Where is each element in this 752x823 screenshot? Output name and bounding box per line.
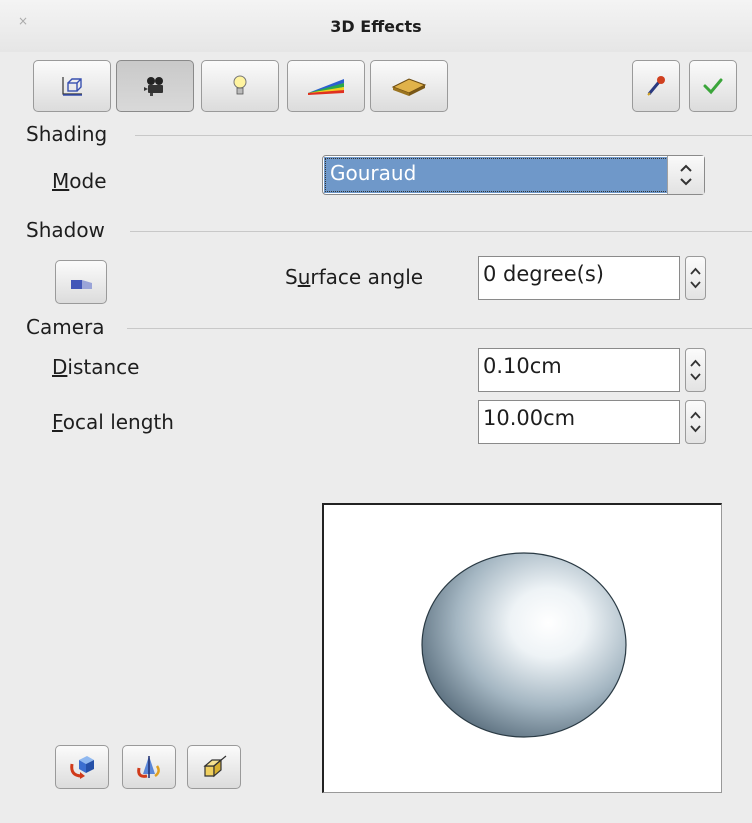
shading-mode-select[interactable]: Gouraud: [322, 155, 705, 195]
convert-to-3d-icon: [70, 756, 94, 779]
illumination-bulb-icon: [233, 75, 247, 95]
distance-spinbox[interactable]: 0.10cm: [478, 348, 708, 394]
perspective-toggle-button[interactable]: [187, 745, 241, 789]
surface-angle-label: Surface angle: [285, 265, 424, 289]
camera-section-header: Camera: [26, 315, 105, 339]
spin-arrows-icon[interactable]: [685, 348, 706, 392]
window-title: 3D Effects: [330, 17, 422, 36]
surface-angle-spinbox[interactable]: 0 degree(s): [478, 256, 708, 302]
chevron-up-down-icon[interactable]: [667, 156, 704, 194]
mode-label: Mode: [52, 169, 107, 193]
material-icon: [391, 78, 427, 96]
distance-label: Distance: [52, 355, 140, 379]
focal-length-spinbox[interactable]: 10.00cm: [478, 400, 708, 446]
shading-section-header: Shading: [26, 122, 108, 146]
focal-length-input[interactable]: 10.00cm: [478, 400, 680, 444]
spin-arrows-icon[interactable]: [685, 400, 706, 444]
shading-mode-value: Gouraud: [324, 157, 669, 193]
distance-input[interactable]: 0.10cm: [478, 348, 680, 392]
material-button[interactable]: [370, 60, 448, 112]
surface-angle-input[interactable]: 0 degree(s): [478, 256, 680, 300]
spin-arrows-icon[interactable]: [685, 256, 706, 300]
shading-button[interactable]: [116, 60, 194, 112]
textures-icon: [308, 79, 344, 95]
shadow-section-header: Shadow: [26, 218, 105, 242]
shadow-3d-toggle-button[interactable]: [55, 260, 107, 304]
perspective-on-off-icon: [203, 755, 227, 778]
sphere-preview-image: [421, 552, 627, 738]
focal-length-label: Focal length: [52, 410, 174, 434]
checkmark-icon: [703, 78, 723, 95]
convert-to-rotation-object-icon: [137, 756, 160, 778]
geometry-icon: [62, 77, 82, 96]
convert-to-rotation-object-button[interactable]: [122, 745, 176, 789]
geometry-button[interactable]: [33, 60, 111, 112]
3d-preview: [322, 503, 722, 793]
shading-camera-icon: [144, 77, 163, 96]
eyedropper-icon: [647, 76, 665, 96]
divider: [135, 135, 752, 136]
convert-to-3d-button[interactable]: [55, 745, 109, 789]
illumination-button[interactable]: [201, 60, 279, 112]
divider: [127, 328, 752, 329]
textures-button[interactable]: [287, 60, 365, 112]
assign-button[interactable]: [632, 60, 680, 112]
title-bar: × 3D Effects: [0, 0, 752, 52]
update-button[interactable]: [689, 60, 737, 112]
divider: [130, 231, 752, 232]
shadow-icon: [71, 280, 92, 289]
